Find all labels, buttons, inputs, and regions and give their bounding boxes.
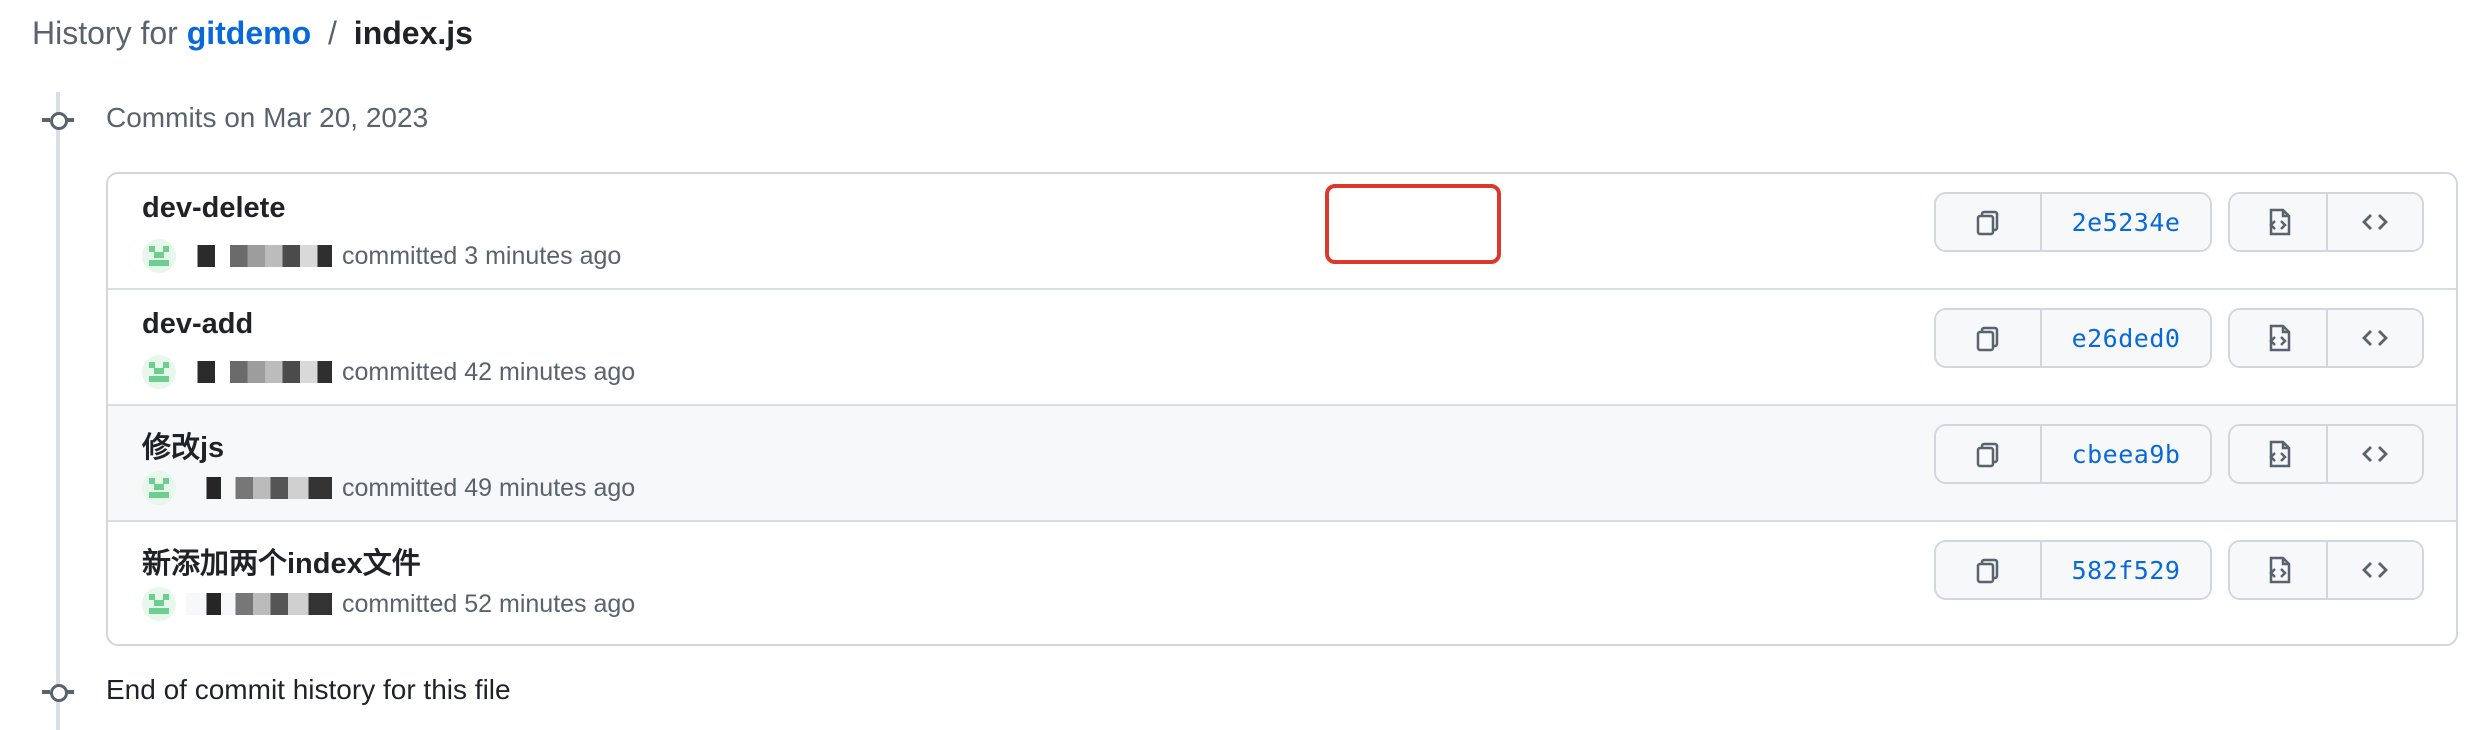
copy-icon [1972,322,2004,354]
commit-sha-group: cbeea9b [1934,424,2212,484]
commits-date-heading: Commits on Mar 20, 2023 [106,102,429,133]
avatar[interactable] [142,239,176,273]
commit-actions-group [2228,540,2424,600]
browse-file-button[interactable] [2230,542,2326,598]
commit-title[interactable]: dev-delete [142,192,285,225]
code-icon [2358,553,2392,587]
copy-sha-button[interactable] [1936,310,2040,366]
commit-sha-group: 582f529 [1934,540,2212,600]
author-redacted [186,593,332,615]
author-redacted [186,245,332,267]
code-icon [2358,321,2392,355]
commit-title[interactable]: dev-add [142,308,253,341]
view-code-button[interactable] [2326,542,2422,598]
commit-row: 新添加两个index文件 committed 52 minutes ago 58… [108,522,2456,638]
repo-link[interactable]: gitdemo [187,15,311,51]
code-icon [2358,205,2392,239]
commit-meta: committed 49 minutes ago [142,470,635,506]
view-code-button[interactable] [2326,310,2422,366]
commit-time: committed 49 minutes ago [342,473,636,502]
commit-list: dev-delete committed 3 minutes ago 2e523… [106,172,2458,646]
commit-row: 修改js committed 49 minutes ago cbeea9b [108,406,2456,522]
commit-sha-button[interactable]: 582f529 [2040,542,2210,598]
avatar[interactable] [142,587,176,621]
browse-file-button[interactable] [2230,194,2326,250]
commit-node-icon [42,104,74,136]
commit-sha-button[interactable]: e26ded0 [2040,310,2210,366]
commit-sha-button[interactable]: 2e5234e [2040,194,2210,250]
copy-sha-button[interactable] [1936,194,2040,250]
browse-file-button[interactable] [2230,310,2326,366]
commit-sha-group: e26ded0 [1934,308,2212,368]
commit-actions-group [2228,192,2424,252]
avatar[interactable] [142,355,176,389]
end-node-icon [42,676,74,708]
browse-file-button[interactable] [2230,426,2326,482]
commit-actions-group [2228,308,2424,368]
copy-icon [1972,438,2004,470]
file-code-icon [2261,205,2295,239]
history-prefix: History for [32,15,178,51]
commit-title[interactable]: 新添加两个index文件 [142,540,421,582]
author-redacted [186,477,332,499]
view-code-button[interactable] [2326,194,2422,250]
commit-time: committed 3 minutes ago [342,241,622,270]
copy-sha-button[interactable] [1936,426,2040,482]
author-redacted [186,361,332,383]
commit-actions-group [2228,424,2424,484]
commit-row: dev-add committed 42 minutes ago e26ded0 [108,290,2456,406]
file-code-icon [2261,321,2295,355]
timeline-line [56,92,60,730]
file-code-icon [2261,553,2295,587]
copy-icon [1972,554,2004,586]
view-code-button[interactable] [2326,426,2422,482]
file-name: index.js [353,15,473,51]
path-separator: / [328,15,337,51]
commit-meta: committed 52 minutes ago [142,586,635,622]
commit-meta: committed 3 minutes ago [142,238,621,274]
file-code-icon [2261,437,2295,471]
copy-sha-button[interactable] [1936,542,2040,598]
commit-row: dev-delete committed 3 minutes ago 2e523… [108,174,2456,290]
end-of-history-label: End of commit history for this file [106,674,511,705]
commit-time: committed 52 minutes ago [342,589,636,618]
avatar[interactable] [142,471,176,505]
commit-title[interactable]: 修改js [142,424,224,466]
commit-time: committed 42 minutes ago [342,357,636,386]
page-title: History for gitdemo / index.js [32,10,473,56]
commit-meta: committed 42 minutes ago [142,354,635,390]
copy-icon [1972,206,2004,238]
commit-sha-group: 2e5234e [1934,192,2212,252]
sha-highlight-box [1325,184,1501,264]
commit-sha-button[interactable]: cbeea9b [2040,426,2210,482]
code-icon [2358,437,2392,471]
